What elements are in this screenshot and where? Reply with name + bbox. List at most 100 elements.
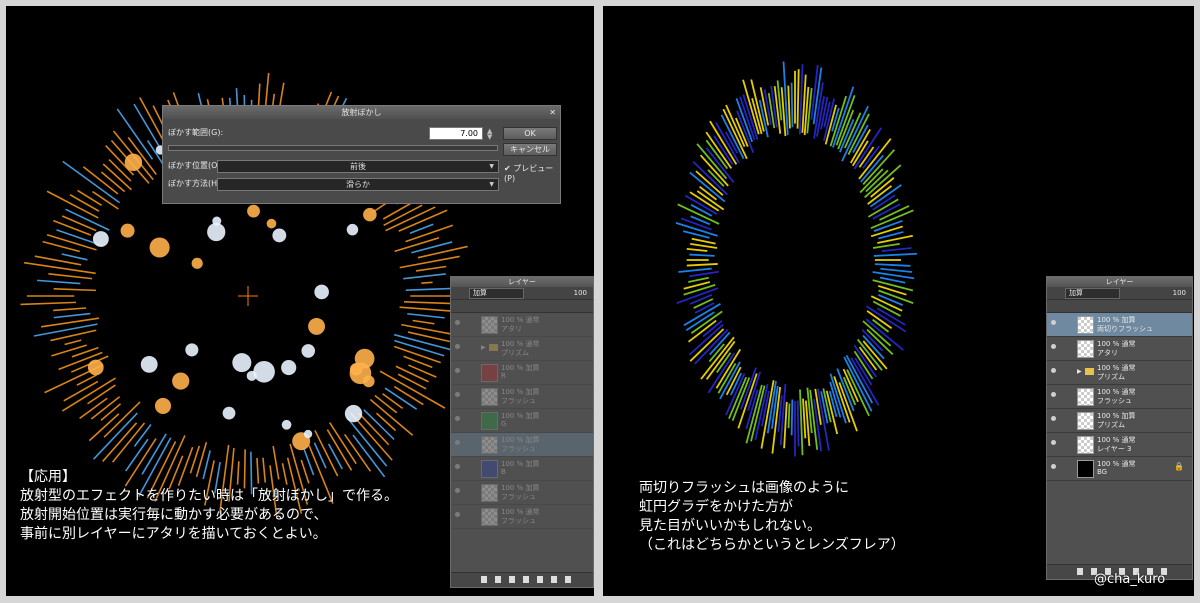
layer-row[interactable]: 100 % 加算 フラッシュ — [451, 481, 593, 505]
author-credit: @cha_kuro — [1094, 572, 1166, 587]
layer-thumbnail — [1077, 460, 1094, 478]
eye-icon[interactable] — [1051, 416, 1056, 421]
ray — [53, 307, 87, 312]
opacity-value[interactable]: 100 — [1173, 287, 1186, 299]
blend-mode-select[interactable]: 加算 — [1065, 288, 1120, 299]
layer-row[interactable]: 100 % 加算 R — [451, 361, 593, 385]
ray — [689, 253, 715, 257]
layer-panel: レイヤー 加算 100 100 % 通常 アタリ ▶ 100 % 通常 プリズム 100 … — [450, 276, 594, 588]
layer-thumbnail — [1077, 340, 1094, 358]
eye-icon[interactable] — [455, 344, 460, 349]
light-spot — [222, 406, 236, 420]
layer-thumbnail — [481, 460, 498, 478]
light-spot — [266, 218, 277, 229]
layer-row[interactable]: 100 % 加算 B — [451, 457, 593, 481]
layer-row[interactable]: 100 % 通常 BG 🔒 — [1047, 457, 1192, 481]
layer-action-icon[interactable] — [551, 576, 557, 583]
blur-range-input[interactable]: 7.00 — [429, 127, 483, 140]
eye-icon[interactable] — [1051, 368, 1056, 373]
layer-row[interactable]: 100 % 加算 G — [451, 409, 593, 433]
ray — [796, 400, 800, 447]
eye-icon[interactable] — [455, 416, 460, 421]
close-icon[interactable]: ✕ — [549, 106, 556, 119]
layer-row[interactable]: 100 % 通常 アタリ — [451, 313, 593, 337]
ray — [880, 267, 913, 273]
layer-row[interactable]: 100 % 通常 フラッシュ — [1047, 385, 1192, 409]
eye-icon[interactable] — [455, 320, 460, 325]
layer-action-icon[interactable] — [481, 576, 487, 583]
blend-mode-select[interactable]: 加算 — [469, 288, 524, 299]
blur-method-select[interactable]: 滑らか ▼ — [217, 178, 499, 191]
ray — [79, 397, 108, 419]
ray — [46, 190, 99, 219]
ray — [394, 237, 440, 253]
light-spot — [140, 355, 158, 373]
layer-row[interactable]: ▶ 100 % 通常 プリズム — [451, 337, 593, 361]
ray — [48, 272, 93, 280]
layer-row[interactable]: 100 % 通常 レイヤー 3 — [1047, 433, 1192, 457]
layer-panel-title: レイヤー — [1105, 278, 1134, 286]
eye-icon[interactable] — [1051, 440, 1056, 445]
ray — [873, 252, 918, 257]
ray — [881, 247, 912, 252]
light-spot — [120, 223, 135, 238]
layer-row[interactable]: 100 % 加算 フラッシュ — [451, 385, 593, 409]
layer-action-icon[interactable] — [509, 576, 515, 583]
ray — [865, 169, 889, 193]
range-spinner[interactable]: ▲ ▼ — [487, 128, 492, 141]
layer-thumbnail — [481, 484, 498, 502]
layer-row[interactable]: 100 % 通常 アタリ — [1047, 337, 1192, 361]
ray — [53, 219, 92, 236]
layer-action-icon[interactable] — [565, 576, 571, 583]
light-spot — [232, 353, 252, 373]
ray — [742, 79, 760, 135]
layer-row[interactable]: 100 % 通常 フラッシュ — [451, 505, 593, 529]
ray — [694, 302, 715, 314]
eye-icon[interactable] — [455, 512, 460, 517]
layer-action-icon[interactable] — [1077, 568, 1083, 575]
ray — [103, 401, 141, 438]
layer-name: フラッシュ — [501, 517, 536, 525]
ray — [133, 424, 152, 447]
eye-icon[interactable] — [455, 440, 460, 445]
ray — [20, 301, 76, 306]
eye-icon[interactable] — [455, 488, 460, 493]
eye-icon[interactable] — [455, 392, 460, 397]
light-spot — [149, 237, 170, 258]
layer-row[interactable]: 100 % 加算 両切りフラッシュ — [1047, 313, 1192, 337]
checkbox-icon: ✔ — [504, 164, 511, 173]
blur-position-select[interactable]: 前後 ▼ — [217, 160, 499, 173]
layer-row[interactable]: 100 % 加算 プリズム — [1047, 409, 1192, 433]
eye-icon[interactable] — [1051, 464, 1056, 469]
left-canvas: 放射ぼかし ✕ ぼかす範囲(G): 7.00 ▲ ▼ ぼかす位置(O): 前後 ▼ … — [6, 6, 594, 596]
lock-icon[interactable]: 🔒 — [1174, 462, 1184, 471]
ray — [382, 393, 404, 409]
layer-thumbnail — [481, 412, 498, 430]
ray — [399, 255, 460, 269]
chevron-right-icon[interactable]: ▶ — [481, 344, 486, 351]
eye-icon[interactable] — [455, 368, 460, 373]
layer-name: アタリ — [1097, 349, 1118, 357]
opacity-value[interactable]: 100 — [574, 287, 587, 299]
chevron-right-icon[interactable]: ▶ — [1077, 368, 1082, 375]
eye-icon[interactable] — [1051, 392, 1056, 397]
ok-button[interactable]: OK — [503, 127, 557, 140]
layer-row[interactable]: 100 % 加算 フラッシュ — [451, 433, 593, 457]
eye-icon[interactable] — [1051, 320, 1056, 325]
eye-icon[interactable] — [455, 464, 460, 469]
ray — [405, 224, 454, 243]
ray — [369, 398, 414, 436]
preview-checkbox[interactable]: ✔ プレビュー(P) — [504, 163, 560, 183]
layer-action-icon[interactable] — [495, 576, 501, 583]
cancel-button[interactable]: キャンセル — [503, 143, 557, 156]
layer-action-icon[interactable] — [537, 576, 543, 583]
ray — [403, 300, 453, 305]
layer-thumbnail — [481, 388, 498, 406]
ray — [686, 247, 708, 252]
layer-row[interactable]: ▶ 100 % 通常 プリズム — [1047, 361, 1192, 385]
blur-range-slider[interactable] — [168, 145, 498, 151]
light-spot — [301, 344, 316, 358]
ray — [687, 319, 717, 343]
layer-action-icon[interactable] — [523, 576, 529, 583]
eye-icon[interactable] — [1051, 344, 1056, 349]
